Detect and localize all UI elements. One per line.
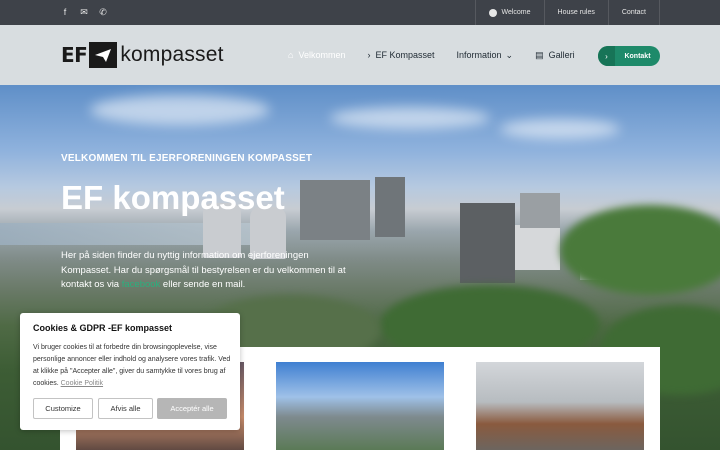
hero-building — [375, 177, 405, 237]
cookie-text: Vi bruger cookies til at forbedre din br… — [33, 342, 233, 390]
main-nav: ⌂ Velkommen › EF Kompasset Information ⌄… — [288, 25, 597, 85]
gallery-icon: ▤ — [535, 49, 544, 60]
contact-button[interactable]: › Kontakt — [598, 46, 660, 66]
top-links: Welcome House rules Contact — [475, 0, 660, 25]
site-logo[interactable]: EF kompasset — [61, 41, 224, 69]
top-link-label: Contact — [621, 9, 646, 16]
hero-kicker: VELKOMMEN TIL EJERFORENINGEN KOMPASSET — [61, 153, 313, 164]
feature-card[interactable] — [260, 347, 460, 450]
accept-all-button[interactable]: Acceptér alle — [157, 398, 227, 419]
feature-card[interactable] — [460, 347, 660, 450]
nav-item-label: Information — [456, 50, 502, 60]
nav-item-galleri[interactable]: ▤ Galleri — [535, 50, 575, 61]
phone-icon[interactable]: ✆ — [98, 0, 108, 25]
hero-building — [520, 193, 560, 228]
hero-building — [300, 180, 370, 240]
cookie-banner: Cookies & GDPR -EF kompasset Vi bruger c… — [20, 313, 240, 430]
top-link-label: Welcome — [501, 9, 531, 16]
contact-button-label: Kontakt — [624, 52, 651, 60]
site-header: EF kompasset ⌂ Velkommen › EF Kompasset … — [0, 25, 720, 85]
top-link-label: House rules — [557, 9, 595, 16]
nav-item-label: Galleri — [548, 50, 575, 60]
logo-prefix: EF — [61, 43, 88, 67]
hero-title: EF kompasset — [61, 179, 285, 216]
top-bar: f ✉ ✆ Welcome House rules Contact — [0, 0, 720, 25]
social-links: f ✉ ✆ — [60, 0, 108, 25]
hero-text-part: eller sende en mail. — [160, 279, 246, 290]
hero-cloud — [90, 95, 270, 125]
card-image — [276, 362, 444, 450]
top-link-welcome[interactable]: Welcome — [475, 0, 543, 25]
nav-item-information[interactable]: Information ⌄ — [457, 50, 514, 61]
facebook-icon[interactable]: f — [60, 0, 70, 25]
hero-greenery — [560, 205, 720, 295]
nav-item-velkommen[interactable]: ⌂ Velkommen — [288, 50, 345, 60]
chevron-right-icon: › — [598, 46, 615, 66]
nav-item-label: EF Kompasset — [375, 50, 435, 60]
plane-icon — [89, 42, 118, 68]
chevron-down-icon: ⌄ — [505, 49, 514, 60]
mail-icon[interactable]: ✉ — [79, 0, 89, 25]
card-image — [476, 362, 644, 450]
house-icon: ⌂ — [288, 50, 294, 60]
globe-icon — [489, 8, 498, 17]
logo-name: kompasset — [120, 43, 224, 66]
hero-building — [515, 225, 560, 270]
cookie-policy-link[interactable]: Cookie Politik — [61, 380, 103, 387]
nav-item-label: Velkommen — [298, 50, 346, 60]
top-link-contact[interactable]: Contact — [607, 0, 660, 25]
facebook-link[interactable]: facebook — [122, 279, 161, 290]
nav-item-ef-kompasset[interactable]: › EF Kompasset — [367, 50, 434, 60]
reject-all-button[interactable]: Afvis alle — [98, 398, 153, 419]
hero-cloud — [330, 107, 490, 129]
customize-button[interactable]: Customize — [33, 398, 93, 419]
hero-text: Her på siden finder du nyttig informatio… — [61, 249, 361, 293]
hero-cloud — [500, 119, 620, 139]
cookie-title: Cookies & GDPR -EF kompasset — [33, 323, 173, 333]
top-link-house-rules[interactable]: House rules — [543, 0, 608, 25]
chevron-right-icon: › — [367, 50, 371, 60]
hero-building — [460, 203, 515, 283]
